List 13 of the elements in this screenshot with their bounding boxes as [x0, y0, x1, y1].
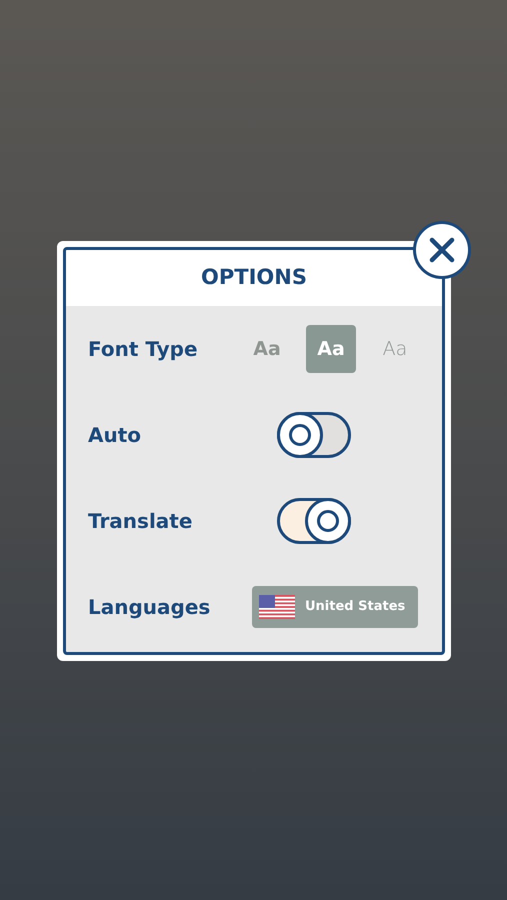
- font-type-label: Font Type: [88, 336, 198, 363]
- close-icon: [429, 237, 455, 263]
- flag-icon: [259, 595, 295, 619]
- setting-label: Auto: [88, 422, 142, 449]
- font-option[interactable]: Aa: [306, 325, 356, 373]
- toggle-switch[interactable]: [277, 412, 351, 458]
- languages-label: Languages: [88, 594, 210, 621]
- font-option[interactable]: Aa: [242, 325, 292, 373]
- font-option[interactable]: Aa: [370, 325, 420, 373]
- setting-label: Translate: [88, 508, 192, 535]
- toggle-switch[interactable]: [277, 498, 351, 544]
- language-button[interactable]: United States: [252, 586, 418, 628]
- panel-title: OPTIONS: [201, 264, 307, 292]
